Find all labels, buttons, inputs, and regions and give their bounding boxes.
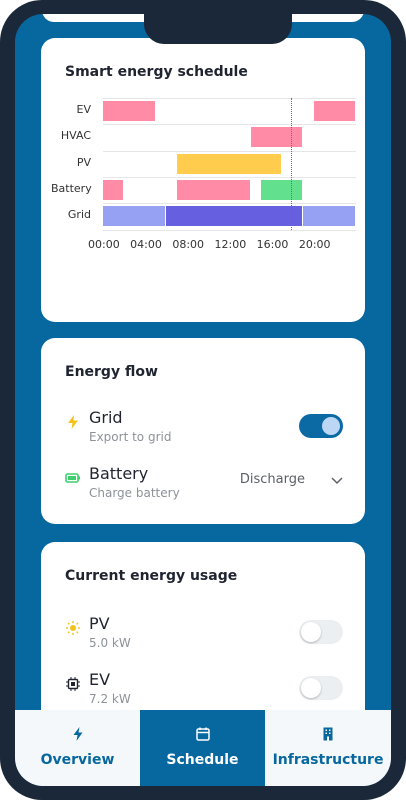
row-label: Grid: [67, 208, 91, 222]
toggle-knob: [301, 622, 321, 642]
schedule-bar-battery: [103, 179, 124, 200]
side-button: [0, 86, 4, 116]
schedule-bar-ev: [103, 101, 155, 121]
row-label: Battery: [51, 181, 92, 195]
nav-overview[interactable]: Overview: [15, 710, 140, 786]
pv-label: PV: [89, 614, 110, 633]
calendar-icon: [195, 727, 210, 741]
chevron-down-icon[interactable]: [329, 472, 345, 488]
ev-label: EV: [89, 670, 111, 689]
battery-label: Battery: [89, 464, 149, 483]
energy-flow-card: Energy flow Grid Export to grid Battery: [41, 338, 365, 524]
schedule-bar-ev: [313, 101, 355, 121]
nav-infrastructure-label: Infrastructure: [272, 752, 384, 768]
schedule-bar-grid: [303, 206, 355, 227]
energy-flow-title: Energy flow: [65, 364, 158, 380]
schedule-bar-pv: [176, 153, 282, 174]
schedule-bar-grid: [166, 206, 303, 227]
schedule-bar-battery: [261, 179, 303, 200]
notch: [144, 14, 292, 44]
lightning-icon: [68, 415, 78, 429]
row-label: EV: [76, 103, 91, 116]
row-label: PV: [76, 155, 91, 169]
building-icon: [323, 727, 333, 741]
grid-sublabel: Export to grid: [89, 430, 172, 444]
gridline: [103, 98, 356, 99]
schedule-bar-grid: [103, 206, 166, 227]
ev-toggle[interactable]: [299, 676, 343, 700]
grid-row: Grid Export to grid: [65, 408, 345, 452]
gridline: [103, 176, 356, 178]
app-screen: Smart energy schedule EV HVAC PV Battery Gri…: [15, 14, 391, 786]
phone-frame: Smart energy schedule EV HVAC PV Battery Gri…: [0, 0, 406, 800]
battery-mode-select[interactable]: Discharge: [240, 472, 305, 487]
ev-power: 7.2 kW: [89, 692, 131, 706]
sun-icon: [66, 621, 80, 635]
ev-row: EV 7.2 kW: [65, 670, 345, 714]
x-tick-label: 16:00: [256, 237, 289, 251]
pv-row: PV 5.0 kW: [65, 614, 345, 658]
row-label: HVAC: [60, 129, 91, 143]
gridline: [103, 150, 356, 152]
schedule-title: Smart energy schedule: [65, 64, 248, 80]
current-time-line: [290, 98, 292, 230]
battery-icon: [65, 473, 80, 483]
grid-export-toggle[interactable]: [299, 414, 343, 438]
x-tick-label: 20:00: [298, 237, 331, 251]
side-button: [0, 140, 4, 186]
battery-sublabel: Charge battery: [89, 486, 180, 500]
toggle-knob: [301, 678, 321, 698]
gridline: [103, 203, 356, 205]
nav-schedule[interactable]: Schedule: [140, 710, 265, 786]
x-tick-label: 00:00: [88, 237, 120, 251]
chip-icon: [66, 677, 80, 691]
x-tick-label: 12:00: [214, 237, 247, 251]
gridline: [103, 229, 356, 231]
x-tick-label: 08:00: [172, 237, 205, 251]
pv-toggle[interactable]: [299, 620, 343, 644]
energy-usage-title: Current energy usage: [65, 568, 238, 584]
grid-label: Grid: [89, 408, 123, 427]
schedule-card: Smart energy schedule EV HVAC PV Battery Gri…: [41, 38, 365, 322]
gridline: [103, 124, 356, 126]
bottom-nav: Overview Schedule Infrastructure: [15, 710, 391, 786]
nav-overview-label: Overview: [40, 752, 115, 768]
side-button: [402, 150, 406, 214]
nav-infrastructure[interactable]: Infrastructure: [265, 710, 391, 786]
x-tick-label: 04:00: [130, 237, 162, 251]
schedule-bar-hvac: [250, 127, 303, 148]
schedule-bar-battery: [176, 179, 250, 200]
toggle-knob: [321, 416, 341, 436]
nav-schedule-label: Schedule: [166, 752, 239, 768]
lightning-icon: [73, 727, 82, 741]
battery-row: Battery Charge battery Discharge: [65, 464, 345, 508]
schedule-gantt-chart: EV HVAC PV Battery Grid 00:00 04:00 08:00 12:00 1…: [51, 98, 361, 273]
pv-power: 5.0 kW: [89, 636, 131, 650]
